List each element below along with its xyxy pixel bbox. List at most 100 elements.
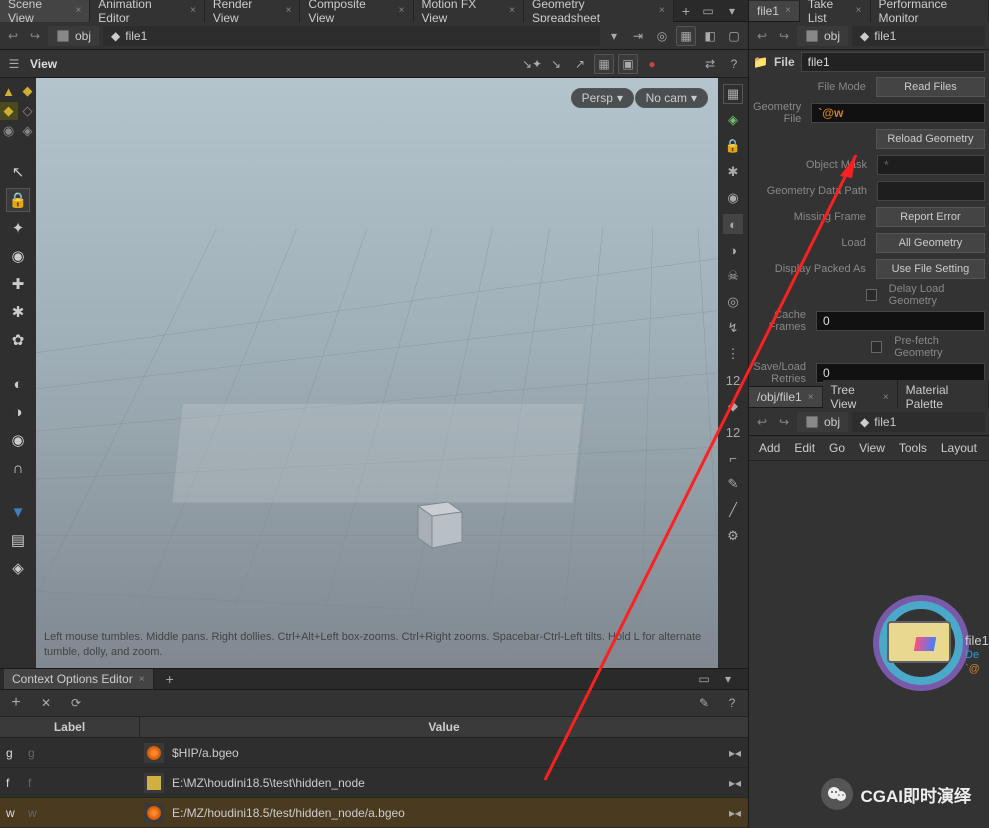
- file-node[interactable]: file1 De `@: [859, 591, 989, 711]
- sculpt-icon[interactable]: ◉: [6, 428, 30, 452]
- menu-icon[interactable]: ▾: [718, 669, 738, 689]
- help-icon[interactable]: ?: [724, 54, 744, 74]
- camera-persp-button[interactable]: Persp▾: [571, 88, 634, 108]
- load-button[interactable]: All Geometry: [876, 233, 985, 253]
- shelf-icon[interactable]: ▤: [6, 528, 30, 552]
- prims-icon[interactable]: ◆: [723, 396, 743, 416]
- help-icon[interactable]: ?: [722, 693, 742, 713]
- snap-icon[interactable]: ▢: [724, 26, 744, 46]
- prefetch-checkbox[interactable]: [871, 341, 882, 353]
- path-root[interactable]: obj: [48, 26, 99, 46]
- snap-edge-icon[interactable]: ↘: [546, 54, 566, 74]
- add-option-button[interactable]: +: [6, 693, 26, 713]
- cam-icon[interactable]: ◆: [0, 102, 18, 120]
- remove-option-button[interactable]: ✕: [36, 693, 56, 713]
- network-editor[interactable]: file1 De `@: [749, 461, 989, 828]
- tab-obj-file1[interactable]: /obj/file1×: [749, 387, 823, 407]
- close-icon[interactable]: ×: [139, 674, 145, 685]
- pose-icon[interactable]: ✱: [6, 300, 30, 324]
- more-icon[interactable]: ▼: [6, 500, 30, 524]
- viewport[interactable]: Persp▾ No cam▾ Left mouse tumbles. Middl…: [36, 78, 718, 668]
- menu-layout[interactable]: Layout: [941, 441, 977, 455]
- menu-view[interactable]: View: [859, 441, 885, 455]
- uv-icon[interactable]: ◐: [6, 372, 30, 396]
- close-icon[interactable]: ×: [659, 5, 665, 16]
- null-icon[interactable]: ◉: [0, 122, 18, 140]
- scale-icon[interactable]: ✚: [6, 272, 30, 296]
- cache-frames-input[interactable]: [816, 311, 985, 331]
- gear-icon[interactable]: ⚙: [723, 526, 743, 546]
- add-tab-button[interactable]: +: [158, 668, 182, 690]
- close-icon[interactable]: ×: [808, 392, 814, 403]
- node-name-input[interactable]: [801, 52, 985, 72]
- shade-icon[interactable]: ▦: [723, 84, 743, 104]
- row-action-icon[interactable]: ▸◂: [722, 746, 748, 760]
- pin-icon[interactable]: ⇥: [628, 26, 648, 46]
- object-mask-field[interactable]: *: [877, 155, 985, 175]
- menu-add[interactable]: Add: [759, 441, 780, 455]
- display-opts-icon[interactable]: ▣: [618, 54, 638, 74]
- close-icon[interactable]: ×: [856, 5, 862, 16]
- menu-tools[interactable]: Tools: [899, 441, 927, 455]
- snap-grid-icon[interactable]: ↗: [570, 54, 590, 74]
- tab-file1[interactable]: file1×: [749, 1, 800, 21]
- skull-icon[interactable]: ☠: [723, 266, 743, 286]
- nav-fwd-icon[interactable]: ↪: [775, 27, 793, 45]
- close-icon[interactable]: ×: [286, 5, 292, 16]
- path-file[interactable]: ◆file1: [103, 26, 600, 46]
- display-icon[interactable]: ▦: [676, 26, 696, 46]
- close-icon[interactable]: ×: [190, 5, 196, 16]
- brush-icon[interactable]: ✿: [6, 328, 30, 352]
- delay-load-checkbox[interactable]: [866, 289, 877, 301]
- row-action-icon[interactable]: ▸◂: [722, 806, 748, 820]
- close-icon[interactable]: ×: [399, 5, 405, 16]
- close-icon[interactable]: ×: [785, 5, 791, 16]
- context-row-f[interactable]: ff E:\MZ\houdini18.5\test\hidden_node ▸◂: [0, 768, 748, 798]
- row-action-icon[interactable]: ▸◂: [722, 776, 748, 790]
- select-icon[interactable]: ↖: [6, 160, 30, 184]
- missing-frame-button[interactable]: Report Error: [876, 207, 985, 227]
- smooth-icon[interactable]: ∩: [6, 456, 30, 480]
- beauty-icon[interactable]: ✱: [723, 162, 743, 182]
- target-icon[interactable]: ◎: [652, 26, 672, 46]
- close-icon[interactable]: ×: [883, 392, 889, 403]
- menu-icon[interactable]: ▾: [722, 1, 742, 21]
- nav-back-icon[interactable]: ↩: [4, 27, 22, 45]
- nav-back-icon[interactable]: ↩: [753, 27, 771, 45]
- view-menu-icon[interactable]: ☰: [4, 54, 24, 74]
- bone-icon[interactable]: ◇: [19, 102, 37, 120]
- context-row-g[interactable]: gg $HIP/a.bgeo ▸◂: [0, 738, 748, 768]
- refresh-icon[interactable]: ⟳: [66, 693, 86, 713]
- light-toggle-icon[interactable]: ◉: [723, 188, 743, 208]
- ghost2-icon[interactable]: ↯: [723, 318, 743, 338]
- close-icon[interactable]: ×: [509, 5, 515, 16]
- maximize-icon[interactable]: ▭: [698, 1, 718, 21]
- shadow-icon[interactable]: ◐: [723, 214, 743, 234]
- path-root[interactable]: obj: [797, 412, 848, 432]
- grid-icon[interactable]: ▦: [594, 54, 614, 74]
- lock-display-icon[interactable]: 🔒: [723, 136, 743, 156]
- pts-icon[interactable]: ⋮: [723, 344, 743, 364]
- inspect-icon[interactable]: ◈: [6, 556, 30, 580]
- geometry-file-input[interactable]: [811, 103, 985, 123]
- nav-back-icon[interactable]: ↩: [753, 413, 771, 431]
- tab-context-options[interactable]: Context Options Editor×: [4, 669, 154, 689]
- camera-none-button[interactable]: No cam▾: [635, 88, 708, 108]
- nav-fwd-icon[interactable]: ↪: [26, 27, 44, 45]
- dropdown-icon[interactable]: ▾: [604, 26, 624, 46]
- handle-icon[interactable]: ▲: [0, 82, 18, 100]
- context-row-w[interactable]: ww E:/MZ/houdini18.5/test/hidden_node/a.…: [0, 798, 748, 828]
- col-label[interactable]: Label: [0, 717, 140, 737]
- record-icon[interactable]: ●: [642, 54, 662, 74]
- ao-icon[interactable]: ◑: [723, 240, 743, 260]
- measure-icon[interactable]: ╱: [723, 500, 743, 520]
- translate-icon[interactable]: ✦: [6, 216, 30, 240]
- normals-icon[interactable]: ⌐: [723, 448, 743, 468]
- file-mode-button[interactable]: Read Files: [876, 77, 985, 97]
- geo-icon[interactable]: ◈: [19, 122, 37, 140]
- nums2-icon[interactable]: 12: [723, 422, 743, 442]
- nav-fwd-icon[interactable]: ↪: [775, 413, 793, 431]
- packed-button[interactable]: Use File Setting: [876, 259, 985, 279]
- maximize-icon[interactable]: ▭: [694, 669, 714, 689]
- data-path-field[interactable]: [877, 181, 985, 201]
